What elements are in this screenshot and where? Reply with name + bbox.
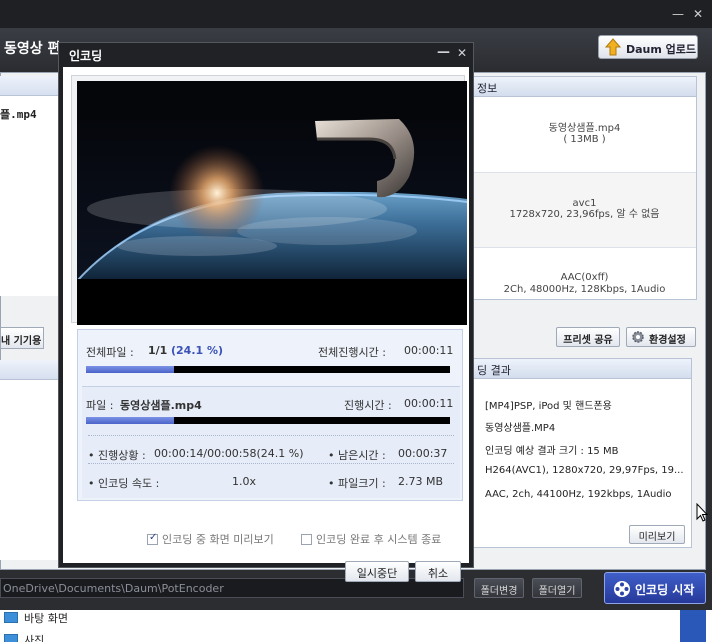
total-progress-fill [86, 366, 174, 373]
encode-result-header: 딩 결과 [473, 359, 691, 379]
encode-result-panel: 딩 결과 [MP4]PSP, iPod 및 핸드폰용 동영상샘플.MP4 인코딩… [472, 358, 692, 548]
dialog-title: 인코딩 [69, 49, 103, 63]
media-info-panel: 정보 동영상샘플.mp4 ( 13MB ) avc1 1728x720, 23,… [472, 76, 697, 300]
explorer-item-label: 바탕 화면 [24, 612, 68, 625]
result-line: 인코딩 예상 결과 크기 : 15 MB [485, 446, 619, 457]
mouse-cursor-icon [696, 503, 708, 522]
encode-start-button[interactable]: 인코딩 시작 [604, 572, 706, 604]
remaining-value: 00:00:37 [398, 447, 448, 460]
daum-upload-label: Daum 업로드 [626, 43, 697, 56]
minimize-icon[interactable]: — [670, 6, 686, 22]
preview-during-checkbox[interactable]: 인코딩 중 화면 미리보기 [147, 531, 274, 547]
total-file-count: 1/1 [148, 344, 168, 357]
app-titlebar: — ✕ [0, 0, 712, 28]
explorer-item-desktop[interactable]: 바탕 화면 [4, 610, 68, 626]
divider [473, 247, 696, 248]
progress-stats-box: 전체파일 : 1/1 (24.1 %) 전체진행시간 : 00:00:11 파일… [77, 329, 463, 501]
pause-button[interactable]: 일시중단 [345, 561, 409, 582]
close-icon[interactable]: ✕ [457, 46, 467, 60]
settings-label: 환경설정 [649, 335, 686, 346]
info-video-detail: 1728x720, 23,96fps, 알 수 없음 [509, 209, 660, 220]
result-line: 동영상샘플.MP4 [485, 423, 556, 434]
info-file-size: ( 13MB ) [563, 134, 606, 145]
media-info-header: 정보 [473, 77, 696, 97]
file-name: 동영상샘플.mp4 [120, 399, 202, 412]
dialog-body: 전체파일 : 1/1 (24.1 %) 전체진행시간 : 00:00:11 파일… [63, 67, 469, 582]
result-line: AAC, 2ch, 44100Hz, 192kbps, 1Audio [485, 489, 672, 500]
close-icon[interactable]: ✕ [690, 6, 706, 22]
file-size-value: 2.73 MB [398, 475, 444, 488]
info-audio-codec: AAC(0xff) [560, 272, 609, 283]
status-value: 00:00:14/00:00:58(24.1 %) [154, 447, 304, 460]
taskbar-edge [680, 610, 706, 642]
video-frame-image [77, 81, 467, 325]
checkbox-label: 인코딩 완료 후 시스템 종료 [316, 533, 442, 546]
preview-button[interactable]: 미리보기 [629, 525, 685, 544]
file-list-header [0, 76, 58, 96]
result-line: [MP4]PSP, iPod 및 핸드폰용 [485, 401, 612, 412]
folder-open-button[interactable]: 폴더열기 [532, 578, 582, 598]
speed-value: 1.0x [232, 475, 257, 488]
file-elapsed-value: 00:00:11 [404, 397, 454, 410]
file-list-item[interactable]: 플.mp4 [0, 106, 37, 122]
preset-list-panel[interactable] [0, 380, 58, 560]
divider [88, 435, 454, 436]
minimize-icon[interactable]: — [437, 45, 450, 60]
explorer-panel: 바탕 화면 사진 [0, 610, 712, 642]
app-title: 동영상 편 [4, 41, 61, 57]
speed-label: • 인코딩 속도 : [88, 477, 160, 490]
file-elapsed-label: 진행시간 : [344, 399, 392, 412]
total-elapsed-value: 00:00:11 [404, 344, 454, 357]
pictures-folder-icon [4, 634, 18, 642]
checkbox-icon [147, 532, 158, 545]
upload-arrow-icon [605, 38, 621, 56]
gear-icon [632, 331, 644, 343]
folder-change-button[interactable]: 폴더변경 [474, 578, 524, 598]
cancel-button[interactable]: 취소 [415, 561, 461, 582]
checkbox-label: 인코딩 중 화면 미리보기 [162, 533, 274, 546]
total-progress-bar [86, 366, 450, 373]
total-elapsed-label: 전체진행시간 : [318, 346, 386, 359]
remaining-label: • 남은시간 : [328, 449, 386, 462]
file-size-label: • 파일크기 : [328, 477, 386, 490]
daum-upload-button[interactable]: Daum 업로드 [598, 35, 698, 59]
info-audio-detail: 2Ch, 48000Hz, 128Kbps, 1Audio [503, 284, 666, 295]
encode-start-label: 인코딩 시작 [635, 583, 695, 597]
explorer-item-pictures[interactable]: 사진 [4, 632, 44, 642]
encoding-dialog: 인코딩 — ✕ 전체파일: 1/1 (24.1 %) 전체진행시간: 00:… [58, 42, 474, 582]
shutdown-after-checkbox[interactable]: 인코딩 완료 후 시스템 종료 [301, 531, 441, 547]
divider [88, 463, 454, 464]
status-label: • 진행상황 : [88, 449, 146, 462]
result-line: H264(AVC1), 1280x720, 29,97Fps, 19... [485, 465, 684, 476]
video-preview-frame [77, 81, 467, 325]
preset-list-header [0, 360, 58, 380]
checkbox-icon [301, 534, 312, 545]
video-preview-box [71, 75, 467, 325]
desktop-folder-icon [4, 612, 18, 623]
file-label: 파일 : [86, 399, 114, 412]
settings-button[interactable]: 환경설정 [626, 327, 696, 347]
film-reel-icon [614, 581, 630, 597]
file-progress-section: 파일 : 동영상샘플.mp4 진행시간 : 00:00:11 • 진행상황 : … [82, 386, 460, 498]
explorer-item-label: 사진 [24, 634, 45, 642]
preset-share-button[interactable]: 프리셋 공유 [556, 327, 620, 347]
file-progress-fill [86, 417, 174, 424]
total-percent: (24.1 %) [171, 344, 224, 357]
total-file-label: 전체파일 : [86, 346, 134, 359]
tab-device[interactable]: 내 기기용 [0, 327, 44, 349]
file-progress-bar [86, 417, 450, 424]
